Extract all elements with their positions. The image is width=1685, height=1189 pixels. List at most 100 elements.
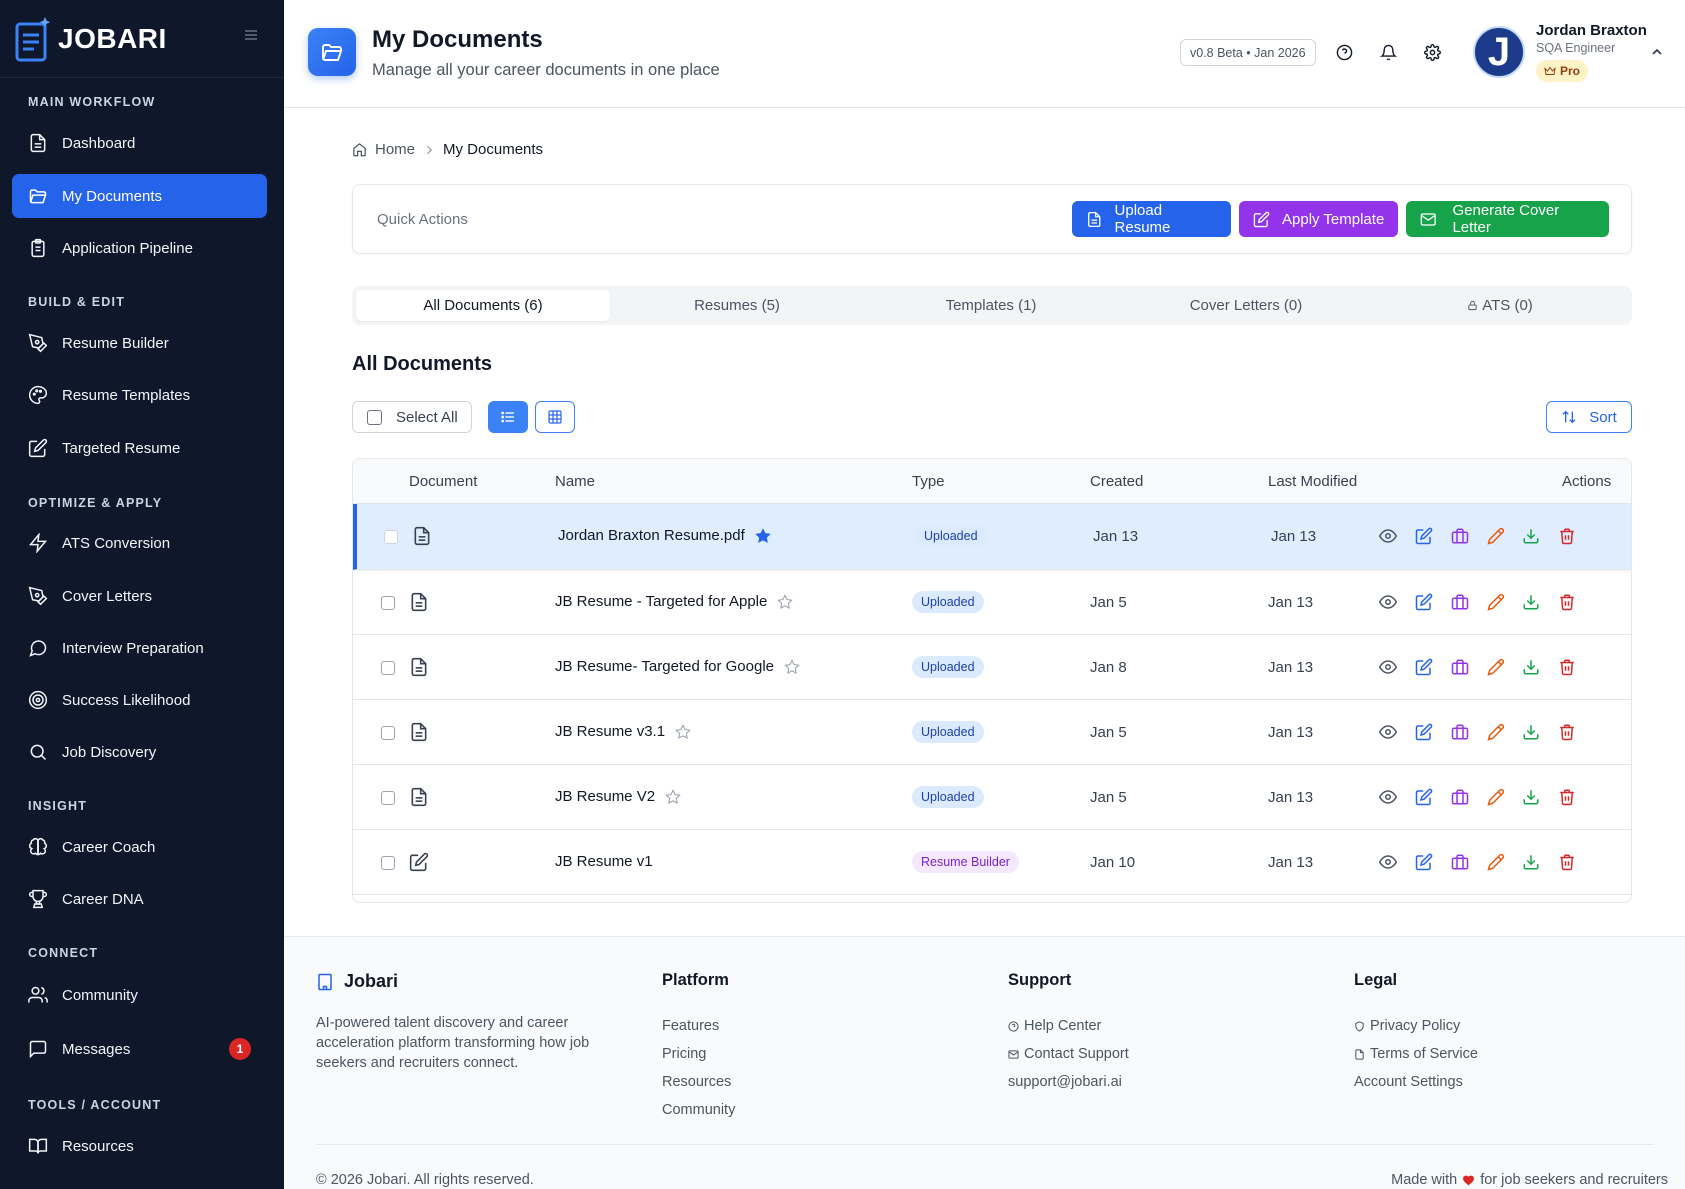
trash-icon[interactable] bbox=[1558, 658, 1576, 676]
document-name[interactable]: JB Resume- Targeted for Google bbox=[555, 658, 800, 675]
col-last-modified[interactable]: Last Modified bbox=[1268, 473, 1357, 490]
footer-link-support-email[interactable]: support@jobari.ai bbox=[1008, 1074, 1122, 1090]
download-icon[interactable] bbox=[1522, 788, 1540, 806]
tab-cover-letters[interactable]: Cover Letters (0) bbox=[1119, 290, 1373, 321]
select-all-checkbox[interactable] bbox=[367, 409, 382, 425]
eye-icon[interactable] bbox=[1379, 527, 1397, 545]
star-outline-icon[interactable] bbox=[784, 658, 800, 675]
eye-icon[interactable] bbox=[1379, 853, 1397, 871]
eye-icon[interactable] bbox=[1379, 788, 1397, 806]
download-icon[interactable] bbox=[1522, 723, 1540, 741]
edit-square-icon[interactable] bbox=[1415, 658, 1433, 676]
sidebar-item-resources[interactable]: Resources bbox=[12, 1124, 267, 1168]
star-outline-icon[interactable] bbox=[777, 593, 794, 610]
col-created[interactable]: Created bbox=[1090, 473, 1143, 490]
footer-link-contact-support[interactable]: Contact Support bbox=[1008, 1046, 1129, 1062]
pencil-icon[interactable] bbox=[1487, 788, 1505, 806]
eye-icon[interactable] bbox=[1379, 723, 1397, 741]
col-name[interactable]: Name bbox=[555, 473, 595, 490]
edit-square-icon[interactable] bbox=[1415, 788, 1433, 806]
document-name[interactable]: Jordan Braxton Resume.pdf bbox=[558, 527, 771, 544]
row-checkbox[interactable] bbox=[381, 596, 395, 610]
briefcase-icon[interactable] bbox=[1451, 723, 1469, 741]
briefcase-icon[interactable] bbox=[1451, 788, 1469, 806]
sidebar-item-messages[interactable]: Messages 1 bbox=[12, 1027, 267, 1071]
brand[interactable]: JOBARI bbox=[0, 0, 284, 78]
row-checkbox[interactable] bbox=[384, 530, 398, 544]
briefcase-icon[interactable] bbox=[1451, 853, 1469, 871]
edit-square-icon[interactable] bbox=[1415, 593, 1433, 611]
sidebar-item-success-likelihood[interactable]: Success Likelihood bbox=[12, 678, 267, 722]
pencil-icon[interactable] bbox=[1487, 527, 1505, 545]
eye-icon[interactable] bbox=[1379, 658, 1397, 676]
notifications-button[interactable] bbox=[1376, 40, 1400, 64]
upload-resume-button[interactable]: Upload Resume bbox=[1072, 201, 1231, 237]
document-name[interactable]: JB Resume V2 bbox=[555, 788, 681, 805]
col-type[interactable]: Type bbox=[912, 473, 945, 490]
pencil-icon[interactable] bbox=[1487, 723, 1505, 741]
sidebar-item-targeted-resume[interactable]: Targeted Resume bbox=[12, 426, 267, 470]
sidebar-item-cover-letters[interactable]: Cover Letters bbox=[12, 574, 267, 618]
breadcrumb-home-link[interactable]: Home bbox=[375, 141, 415, 158]
trash-icon[interactable] bbox=[1558, 593, 1576, 611]
tab-all-documents[interactable]: All Documents (6) bbox=[356, 290, 610, 321]
table-row[interactable]: Jordan Braxton Resume.pdf Uploaded Jan 13 J… bbox=[353, 504, 1631, 570]
sidebar-item-job-discovery[interactable]: Job Discovery bbox=[12, 730, 267, 774]
eye-icon[interactable] bbox=[1379, 593, 1397, 611]
sort-button[interactable]: Sort bbox=[1546, 401, 1632, 433]
footer-link-resources[interactable]: Resources bbox=[662, 1074, 731, 1090]
sidebar-item-application-pipeline[interactable]: Application Pipeline bbox=[12, 226, 267, 270]
chevron-up-icon[interactable] bbox=[1649, 44, 1665, 60]
table-row[interactable]: JB Resume - Targeted for Apple Uploaded Ja… bbox=[353, 570, 1631, 635]
sidebar-item-resume-templates[interactable]: Resume Templates bbox=[12, 373, 267, 417]
edit-square-icon[interactable] bbox=[1415, 723, 1433, 741]
footer-link-pricing[interactable]: Pricing bbox=[662, 1046, 706, 1062]
table-row[interactable]: JB Resume v3.1 Uploaded Jan 5 Jan 13 bbox=[353, 700, 1631, 765]
star-filled-icon[interactable] bbox=[755, 527, 771, 544]
avatar[interactable]: J bbox=[1473, 26, 1525, 78]
row-checkbox[interactable] bbox=[381, 661, 395, 675]
star-outline-icon[interactable] bbox=[665, 788, 681, 805]
footer-link-community[interactable]: Community bbox=[662, 1102, 735, 1118]
table-row[interactable]: JB Resume- Targeted for Google Uploaded Ja… bbox=[353, 635, 1631, 700]
row-checkbox[interactable] bbox=[381, 791, 395, 805]
grid-view-button[interactable] bbox=[535, 401, 575, 433]
pencil-icon[interactable] bbox=[1487, 658, 1505, 676]
briefcase-icon[interactable] bbox=[1451, 593, 1469, 611]
footer-link-features[interactable]: Features bbox=[662, 1018, 719, 1034]
pencil-icon[interactable] bbox=[1487, 593, 1505, 611]
settings-button[interactable] bbox=[1420, 40, 1444, 64]
pencil-icon[interactable] bbox=[1487, 853, 1505, 871]
tab-resumes[interactable]: Resumes (5) bbox=[610, 290, 864, 321]
sidebar-item-resume-builder[interactable]: Resume Builder bbox=[12, 321, 267, 365]
footer-link-account-settings[interactable]: Account Settings bbox=[1354, 1074, 1463, 1090]
sidebar-item-dashboard[interactable]: Dashboard bbox=[12, 121, 267, 165]
briefcase-icon[interactable] bbox=[1451, 658, 1469, 676]
star-outline-icon[interactable] bbox=[675, 723, 691, 740]
edit-square-icon[interactable] bbox=[1415, 527, 1433, 545]
apply-template-button[interactable]: Apply Template bbox=[1239, 201, 1398, 237]
footer-link-terms-of-service[interactable]: Terms of Service bbox=[1354, 1046, 1478, 1062]
table-row[interactable]: JB Resume V2 Uploaded Jan 5 Jan 13 bbox=[353, 765, 1631, 830]
generate-cover-letter-button[interactable]: Generate Cover Letter bbox=[1406, 201, 1609, 237]
menu-toggle-icon[interactable] bbox=[244, 28, 258, 42]
trash-icon[interactable] bbox=[1558, 853, 1576, 871]
trash-icon[interactable] bbox=[1558, 527, 1576, 545]
document-name[interactable]: JB Resume v1 bbox=[555, 853, 653, 870]
download-icon[interactable] bbox=[1522, 658, 1540, 676]
footer-link-help-center[interactable]: Help Center bbox=[1008, 1018, 1101, 1034]
download-icon[interactable] bbox=[1522, 853, 1540, 871]
row-checkbox[interactable] bbox=[381, 726, 395, 740]
briefcase-icon[interactable] bbox=[1451, 527, 1469, 545]
sidebar-item-my-documents[interactable]: My Documents bbox=[12, 174, 267, 218]
table-row[interactable]: JB Resume v1 Resume Builder Jan 10 Jan 13 bbox=[353, 830, 1631, 895]
tab-templates[interactable]: Templates (1) bbox=[864, 290, 1118, 321]
document-name[interactable]: JB Resume - Targeted for Apple bbox=[555, 593, 794, 610]
sidebar-item-career-coach[interactable]: Career Coach bbox=[12, 825, 267, 869]
sidebar-item-interview-preparation[interactable]: Interview Preparation bbox=[12, 626, 267, 670]
edit-square-icon[interactable] bbox=[1415, 853, 1433, 871]
document-name[interactable]: JB Resume v3.1 bbox=[555, 723, 691, 740]
download-icon[interactable] bbox=[1522, 593, 1540, 611]
sidebar-item-community[interactable]: Community bbox=[12, 973, 267, 1017]
user-name[interactable]: Jordan Braxton bbox=[1536, 22, 1647, 39]
